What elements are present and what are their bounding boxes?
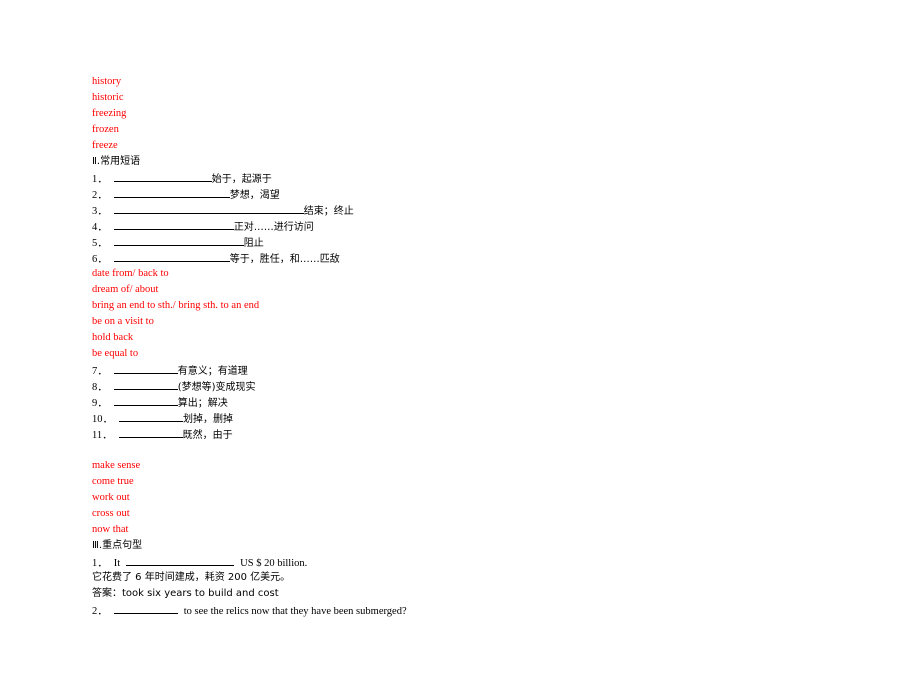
sentence-suffix: to see the relics now that they have bee… — [183, 606, 407, 617]
fill-blank — [113, 602, 178, 614]
exercise-item: 10． 划掉，删掉 — [92, 410, 792, 426]
answer-line: now that — [92, 524, 129, 535]
answer-line: dream of/ about — [92, 284, 159, 295]
item-hint: 正对……进行访问 — [233, 222, 314, 233]
answer-line: freezing — [92, 108, 127, 119]
item-hint: 算出；解决 — [177, 398, 228, 409]
item-hint: (梦想等)变成现实 — [177, 382, 256, 393]
document-page: history historic freezing frozen freeze … — [92, 74, 792, 618]
item-hint: 梦想，渴望 — [229, 190, 280, 201]
sentence-suffix: US $ 20 billion. — [240, 558, 308, 569]
fill-blank — [113, 234, 244, 246]
fill-blank — [113, 202, 304, 214]
answer-line: come true — [92, 476, 134, 487]
item-hint: 有意义；有道理 — [177, 366, 248, 377]
answer-line: hold back — [92, 332, 134, 343]
answer-line: date from/ back to — [92, 268, 169, 279]
fill-blank — [126, 554, 235, 566]
exercise-item: 11． 既然，由于 — [92, 426, 792, 442]
section-heading: Ⅱ.常用短语 — [92, 156, 141, 167]
fill-blank — [113, 378, 178, 390]
answer-line: freeze — [92, 140, 118, 151]
sentence-item: 2． to see the relics now that they have b… — [92, 602, 792, 618]
answer-line: work out — [92, 492, 130, 503]
answer-line: history — [92, 76, 122, 87]
fill-blank — [113, 394, 178, 406]
sentence-prefix: It — [113, 558, 121, 569]
answer-line: be on a visit to — [92, 316, 154, 327]
sentence-item: 1． It US $ 20 billion. — [92, 554, 792, 570]
exercise-item: 8． (梦想等)变成现实 — [92, 378, 792, 394]
answer-line: bring an end to sth./ bring sth. to an e… — [92, 300, 260, 311]
exercise-item: 6． 等于，胜任，和……匹敌 — [92, 250, 792, 266]
sentence-answer: 答案：took six years to build and cost — [92, 588, 279, 599]
answer-line: make sense — [92, 460, 141, 471]
sentence-translation: 它花费了 6 年时间建成，耗资 200 亿美元。 — [92, 572, 291, 583]
answer-line: cross out — [92, 508, 130, 519]
answer-line: frozen — [92, 124, 119, 135]
section-heading: Ⅲ.重点句型 — [92, 540, 143, 551]
answer-line: historic — [92, 92, 124, 103]
item-hint: 结束；终止 — [303, 206, 354, 217]
exercise-item: 3． 结束；终止 — [92, 202, 792, 218]
fill-blank — [113, 186, 230, 198]
item-number: 2． — [92, 606, 108, 617]
item-hint: 阻止 — [243, 238, 264, 249]
fill-blank — [113, 218, 234, 230]
item-hint: 始于，起源于 — [211, 174, 272, 185]
exercise-item: 9． 算出；解决 — [92, 394, 792, 410]
fill-blank — [113, 170, 212, 182]
answer-line: be equal to — [92, 348, 139, 359]
fill-blank — [118, 426, 183, 438]
exercise-item: 1． 始于，起源于 — [92, 170, 792, 186]
exercise-item: 4． 正对……进行访问 — [92, 218, 792, 234]
exercise-item: 2． 梦想，渴望 — [92, 186, 792, 202]
fill-blank — [119, 410, 183, 422]
item-hint: 等于，胜任，和……匹敌 — [229, 254, 340, 265]
item-hint: 既然，由于 — [182, 430, 233, 441]
exercise-item: 5． 阻止 — [92, 234, 792, 250]
fill-blank — [113, 250, 230, 262]
exercise-item: 7． 有意义；有道理 — [92, 362, 792, 378]
item-number: 11． — [92, 430, 113, 441]
item-hint: 划掉，删掉 — [183, 414, 233, 425]
fill-blank — [113, 362, 178, 374]
